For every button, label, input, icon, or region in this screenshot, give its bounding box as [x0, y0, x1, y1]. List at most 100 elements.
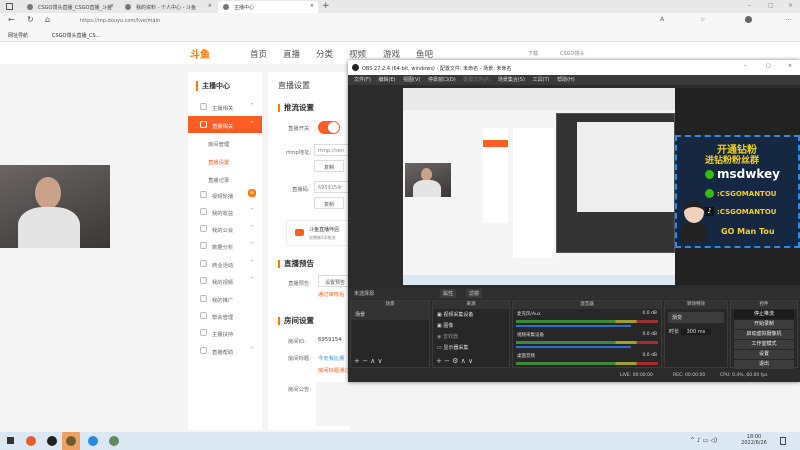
tab-csgo-stream[interactable]: CSGO馒头直播_CSGO直播_斗鱼 × — [22, 1, 118, 13]
source-item[interactable]: ◉ 音效器 — [433, 331, 509, 342]
transition-select[interactable]: 渐变 — [668, 312, 724, 323]
menu-tools[interactable]: 工具(T) — [533, 77, 550, 83]
profile-avatar[interactable] — [745, 16, 752, 23]
sidebar-item-my-videos[interactable]: 我的视频 ^ — [188, 272, 262, 289]
companion-banner[interactable]: 斗鱼直播伴侣 仅需做1次推流 — [286, 220, 356, 246]
nav-games[interactable]: 游戏 — [383, 48, 400, 60]
bookmark-nav[interactable]: 网址导航 — [8, 32, 28, 39]
close-tab-icon[interactable]: × — [310, 3, 314, 9]
studio-mode-button[interactable]: 工作室模式 — [734, 340, 794, 349]
sidebar-item-live[interactable]: 直播相关 ^ — [188, 116, 262, 133]
switch-label: 直播开关: — [288, 126, 311, 132]
sidebar-item-business[interactable]: 商业活动 ^ — [188, 255, 262, 272]
sidebar-item-earnings[interactable]: 我的收益 ^ — [188, 203, 262, 220]
sidebar-item-room-manage[interactable]: 房间管理 — [188, 134, 262, 151]
scene-add-remove-buttons[interactable]: + − ∧ ∨ — [354, 357, 383, 365]
menu-help[interactable]: 帮助(H) — [557, 77, 575, 83]
sidebar-label: 房间管理 — [208, 142, 230, 148]
user-menu[interactable]: CSGO馒头 — [560, 50, 584, 57]
properties-button[interactable]: 属性 — [440, 289, 457, 298]
transitions-title: 转场特效 — [665, 301, 727, 309]
app-icon[interactable] — [26, 436, 36, 446]
download-link[interactable]: 下载 — [528, 50, 538, 57]
virtual-camera-button[interactable]: 启动虚拟摄像机 — [734, 330, 794, 339]
sidebar-item-video-carousel[interactable]: 视频轮播 新 — [188, 186, 262, 203]
room-title-link[interactable]: 今天我比赛 — [318, 354, 345, 362]
obs-preview[interactable]: 开通钻粉 进钻粉粉丝群 msdwkey :CSGOMANTOU ♪ :CSGOM… — [403, 88, 800, 285]
minimize-button[interactable]: – — [748, 2, 751, 9]
menu-docks[interactable]: 停靠窗口(D) — [428, 77, 456, 83]
menu-scene-collection[interactable]: 场景集合(S) — [498, 77, 525, 83]
source-add-remove-buttons[interactable]: + − ⚙ ∧ ∨ — [436, 357, 473, 365]
sidebar-item-live-settings[interactable]: 直播设置 — [188, 152, 262, 169]
refresh-icon[interactable]: ↻ — [27, 15, 34, 24]
back-icon[interactable]: ← — [8, 15, 15, 24]
bookmark-csgo[interactable]: CSGO馒头直播_CS... — [52, 32, 100, 39]
douyu-taskbar-active[interactable] — [62, 432, 80, 450]
volume-slider[interactable] — [516, 325, 631, 327]
douyu-logo[interactable]: 斗鱼 — [190, 46, 210, 61]
settings-button[interactable]: 设置 — [734, 350, 794, 359]
sidebar-item-support[interactable]: 主播扶持 — [188, 324, 262, 341]
new-tab-button[interactable]: + — [322, 1, 330, 11]
duration-input[interactable]: 300 ms — [680, 329, 712, 335]
nav-live[interactable]: 直播 — [283, 48, 300, 60]
maximize-button[interactable]: ▢ — [768, 2, 774, 9]
menu-profile[interactable]: 配置文件(P) — [463, 77, 490, 83]
chevron-up-icon: ^ — [249, 103, 254, 109]
menu-file[interactable]: 文件(F) — [354, 77, 371, 83]
read-aloud-icon[interactable]: A — [660, 16, 664, 23]
favorites-icon[interactable]: ☆ — [700, 16, 705, 23]
nav-home[interactable]: 首页 — [250, 48, 267, 60]
nav-video[interactable]: 视频 — [349, 48, 366, 60]
room-title-note: 房间标题通过 — [318, 368, 350, 374]
sidebar-item-streamer[interactable]: 主播相关 ^ — [188, 98, 262, 115]
room-notice-input[interactable] — [316, 382, 350, 426]
source-item[interactable]: ▣ 视频采集设备 — [433, 309, 509, 320]
obs-minimize-button[interactable]: – — [744, 63, 747, 69]
exit-button[interactable]: 退出 — [734, 360, 794, 369]
close-window-button[interactable]: × — [788, 2, 793, 9]
clock[interactable]: 18:00 2022/6/26 — [740, 434, 768, 446]
sidebar-item-live-records[interactable]: 直播记录 — [188, 170, 262, 187]
tab-actions-icon[interactable] — [6, 3, 13, 10]
menu-edit[interactable]: 编辑(E) — [378, 77, 395, 83]
home-icon[interactable]: ⌂ — [45, 15, 50, 24]
sidebar-item-promotion[interactable]: 我的推广 — [188, 290, 262, 307]
sidebar-item-guild[interactable]: 我的公会 ^ — [188, 220, 262, 237]
source-item[interactable]: ▭ 显示器采集 — [433, 342, 509, 353]
close-tab-icon[interactable]: × — [208, 3, 212, 9]
sidebar-item-help[interactable]: 直播帮助 ^ — [188, 342, 262, 359]
sidebar-item-analytics[interactable]: 数据分析 ^ — [188, 237, 262, 254]
copy-code-button[interactable]: 复制 — [314, 197, 344, 209]
tab-my-profile[interactable]: 我的资料 - 个人中心 - 斗鱼 × — [120, 1, 216, 13]
menu-view[interactable]: 视图(V) — [403, 77, 420, 83]
close-tab-icon[interactable]: × — [110, 3, 114, 9]
source-item[interactable]: ▣ 图像 — [433, 320, 509, 331]
sidebar-label: 我的公会 — [212, 228, 234, 234]
obs-maximize-button[interactable]: ▢ — [766, 63, 771, 69]
live-toggle[interactable] — [318, 121, 340, 134]
system-tray-icons[interactable]: ^ ♪ ▭ ◁) — [690, 437, 717, 444]
edge-icon[interactable] — [88, 436, 98, 446]
filters-button[interactable]: 滤镜 — [466, 289, 483, 298]
volume-slider[interactable] — [516, 346, 631, 348]
start-recording-button[interactable]: 开始录制 — [734, 320, 794, 329]
overlay-line2: 进钻粉粉丝群 — [705, 156, 760, 166]
thumbs-up-icon — [200, 329, 207, 336]
scene-item[interactable]: 场景 — [351, 309, 429, 320]
copy-rtmp-button[interactable]: 复制 — [314, 160, 344, 172]
start-icon[interactable] — [7, 437, 14, 444]
stop-streaming-button[interactable]: 停止推流 — [734, 310, 794, 319]
douyu-app-icon[interactable] — [109, 436, 119, 446]
nav-category[interactable]: 分类 — [316, 48, 333, 60]
url-input[interactable]: https://mp.douyu.com/live/main — [62, 15, 292, 26]
obs-close-button[interactable]: × — [788, 63, 792, 69]
set-preview-button[interactable]: 设置预告 — [318, 275, 352, 287]
sidebar-item-clan[interactable]: 帮会管理 — [188, 307, 262, 324]
obs-taskbar-icon[interactable] — [47, 436, 57, 446]
more-icon[interactable]: … — [785, 14, 792, 22]
notification-icon[interactable] — [780, 437, 786, 445]
tab-streamer-center[interactable]: 主播中心 × — [218, 1, 318, 13]
nav-fishbar[interactable]: 鱼吧 — [416, 48, 433, 60]
